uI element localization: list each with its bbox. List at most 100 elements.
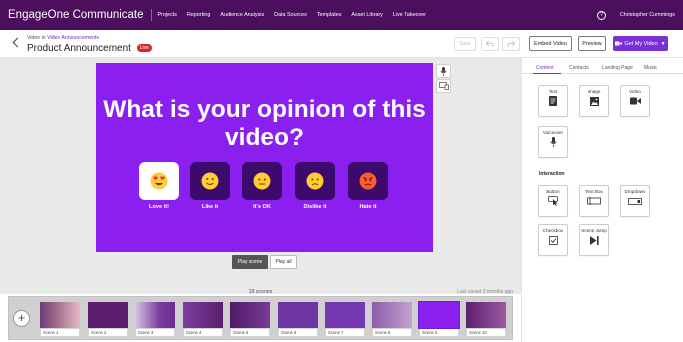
- breadcrumb-prefix: Video in: [27, 35, 46, 41]
- scene-thumbnail-4[interactable]: Scene 4: [183, 302, 223, 338]
- nav-item-reporting[interactable]: Reporting: [187, 12, 210, 18]
- scene-preview[interactable]: What is your opinion of this video? Love…: [96, 63, 433, 252]
- breadcrumb: Video in Video Announcements: [27, 35, 99, 41]
- play-scene-button[interactable]: Play scene: [232, 255, 268, 269]
- tile-label: Text: [548, 89, 558, 94]
- tile-voiceover[interactable]: Voiceover: [538, 126, 568, 158]
- help-icon[interactable]: ?: [596, 10, 606, 20]
- text-doc-icon: [549, 96, 557, 106]
- scene-label: Scene 5: [230, 328, 270, 337]
- scene-thumbnail-image: [40, 302, 80, 328]
- tile-text[interactable]: Text: [538, 85, 568, 117]
- nav-item-asset-library[interactable]: Asset Library: [351, 12, 382, 18]
- tile-text-box[interactable]: Text Box: [579, 185, 609, 217]
- interaction-section-title: Interaction: [539, 171, 565, 177]
- undo-button[interactable]: [481, 37, 499, 51]
- save-button[interactable]: Save: [454, 37, 476, 51]
- tab-landing-page[interactable]: Landing Page: [602, 65, 633, 71]
- option-hate-it[interactable]: Hate it: [348, 162, 388, 210]
- voiceover-tool-button[interactable]: [436, 64, 451, 78]
- option-its-ok[interactable]: It's OK: [242, 162, 282, 210]
- scene-jump-icon: [589, 235, 599, 245]
- scene-thumbnail-5[interactable]: Scene 5: [230, 302, 270, 338]
- scene-thumbnail-image: [418, 301, 460, 329]
- scene-label: Scene 4: [183, 328, 223, 337]
- project-title: Product Announcement: [27, 43, 131, 54]
- user-menu[interactable]: Christopher Cummings: [620, 12, 675, 18]
- scene-thumbnail-2[interactable]: Scene 2: [88, 302, 128, 338]
- video-camera-icon: [615, 41, 623, 46]
- option-label: Dislike it: [303, 204, 327, 210]
- scene-thumbnail-9[interactable]: Scene 9: [418, 301, 460, 338]
- checkbox-icon: [548, 235, 558, 245]
- scene-thumbnail-image: [183, 302, 223, 328]
- brand-name[interactable]: EngageOne Communicate: [8, 9, 144, 21]
- scene-label: Scene 7: [325, 328, 365, 337]
- caret-down-icon: ▼: [660, 40, 666, 47]
- scene-thumbnail-image: [88, 302, 128, 328]
- nav-menu: Projects Reporting Audience Analysis Dat…: [158, 12, 437, 18]
- scene-label: Scene 3: [135, 328, 175, 337]
- smiling-face-icon: [201, 172, 219, 190]
- redo-button[interactable]: [502, 37, 520, 51]
- page-title: Product Announcement Live: [27, 43, 152, 54]
- microphone-icon: [440, 66, 447, 76]
- devices-icon: [438, 82, 449, 90]
- scene-thumbnail-7[interactable]: Scene 7: [325, 302, 365, 338]
- scene-thumbnail-image: [278, 302, 318, 328]
- back-arrow-icon[interactable]: [12, 37, 23, 48]
- microphone-icon: [549, 137, 557, 147]
- preview-button[interactable]: Preview: [578, 36, 606, 51]
- play-all-button[interactable]: Play all: [270, 255, 297, 269]
- tile-checkbox[interactable]: Checkbox: [538, 224, 568, 256]
- tile-scene-jump[interactable]: Scene Jump: [579, 224, 609, 256]
- nav-item-live-takeover[interactable]: Live Takeover: [393, 12, 426, 18]
- tile-image[interactable]: Image: [579, 85, 609, 117]
- redo-icon: [507, 41, 515, 47]
- top-nav: EngageOne Communicate Projects Reporting…: [0, 0, 683, 30]
- dropdown-icon: [628, 197, 642, 205]
- scene-thumbnail-image: [230, 302, 270, 328]
- scene-label: Scene 8: [372, 328, 412, 337]
- tab-music[interactable]: Music: [644, 65, 657, 71]
- panel-tabs: Content Contacts Landing Page Music: [522, 62, 683, 74]
- embed-video-button[interactable]: Embed Video: [529, 36, 572, 51]
- option-label: It's OK: [253, 204, 271, 210]
- breadcrumb-link[interactable]: Video Announcements: [47, 35, 99, 41]
- nav-item-projects[interactable]: Projects: [158, 12, 177, 18]
- scene-label: Scene 6: [278, 328, 318, 337]
- tile-label: Scene Jump: [581, 228, 607, 233]
- nav-item-audience-analysis[interactable]: Audience Analysis: [220, 12, 264, 18]
- heart-eyes-emoji-icon: [150, 172, 168, 190]
- option-like-it[interactable]: Like it: [190, 162, 230, 210]
- tile-label: Video: [629, 89, 641, 94]
- last-saved-status: Last saved 3 months ago: [457, 289, 513, 295]
- nav-item-templates[interactable]: Templates: [317, 12, 342, 18]
- get-my-video-button[interactable]: Get My Video ▼: [613, 36, 668, 51]
- undo-icon: [486, 41, 494, 47]
- scene-label: Scene 2: [88, 328, 128, 337]
- add-scene-button[interactable]: +: [13, 310, 30, 327]
- scene-thumbnail-1[interactable]: Scene 1: [40, 302, 80, 338]
- tab-content[interactable]: Content: [536, 65, 554, 71]
- nav-divider: [150, 9, 152, 21]
- scene-thumbnail-10[interactable]: Scene 10: [466, 302, 506, 338]
- tile-label: Button: [546, 189, 560, 194]
- tile-dropdown[interactable]: Dropdown: [620, 185, 650, 217]
- scene-thumbnail-6[interactable]: Scene 6: [278, 302, 318, 338]
- option-dislike-it[interactable]: Dislike it: [295, 162, 335, 210]
- tile-button[interactable]: Button: [538, 185, 568, 217]
- device-preview-button[interactable]: [436, 79, 451, 93]
- tile-label: Checkbox: [542, 228, 564, 233]
- nav-item-data-sources[interactable]: Data Sources: [274, 12, 307, 18]
- neutral-face-icon: [253, 172, 271, 190]
- live-badge: Live: [136, 44, 152, 52]
- survey-question: What is your opinion of this video?: [103, 96, 426, 151]
- option-love-it[interactable]: Love it!: [139, 162, 179, 210]
- tile-video[interactable]: Video: [620, 85, 650, 117]
- scene-thumbnail-8[interactable]: Scene 8: [372, 302, 412, 338]
- button-pointer-icon: [547, 196, 558, 206]
- tab-contacts[interactable]: Contacts: [569, 65, 589, 71]
- scene-thumbnail-3[interactable]: Scene 3: [135, 302, 175, 338]
- tile-label: Voiceover: [542, 130, 564, 135]
